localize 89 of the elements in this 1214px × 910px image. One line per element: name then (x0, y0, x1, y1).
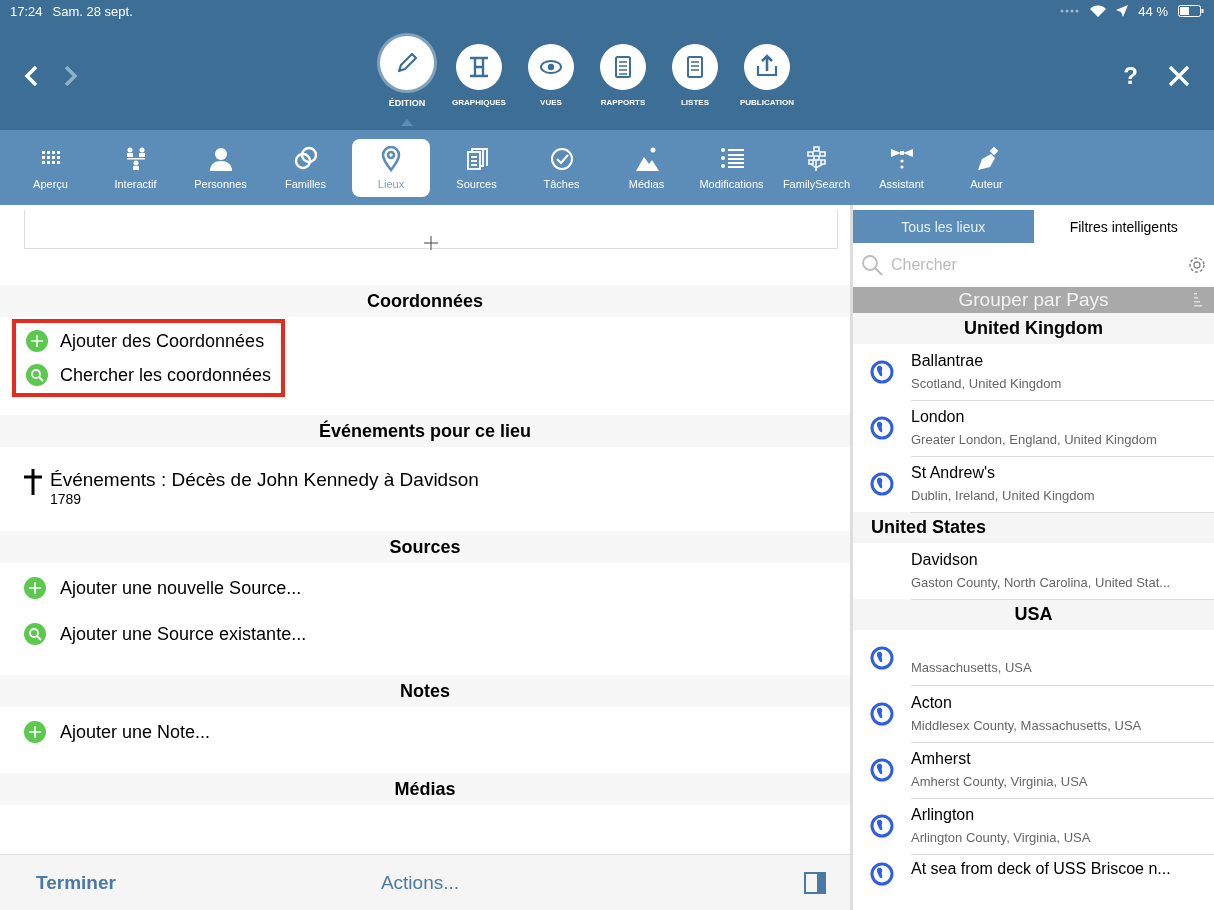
tab[interactable]: Personnes (178, 138, 263, 197)
place-location: Gaston County, North Carolina, United Stat... (911, 575, 1172, 590)
pages-icon (464, 145, 489, 172)
place-row[interactable]: Massachusetts, USA (853, 630, 1214, 686)
place-row[interactable]: St Andrew's Dublin, Ireland, United Kingdom (853, 456, 1214, 512)
check-icon (549, 145, 574, 172)
map-pin-icon (379, 145, 403, 172)
battery-percent: 44 % (1138, 3, 1168, 19)
add-icon (26, 330, 48, 352)
plus-icon[interactable] (424, 236, 438, 250)
group-header: USA (853, 599, 1214, 630)
mountain-icon (634, 145, 659, 172)
cross-icon (24, 469, 42, 495)
group-header: United Kingdom (853, 313, 1214, 344)
mode-button[interactable]: ÉDITION (374, 26, 440, 126)
place-location: Amherst County, Virginia, USA (911, 774, 1089, 789)
filter-tab[interactable]: Tous les lieux (853, 210, 1034, 243)
place-row[interactable]: Davidson Gaston County, North Carolina, United Stat... (853, 543, 1214, 599)
event-year: 1789 (50, 491, 83, 507)
section-header: Notes (0, 675, 850, 707)
done-button[interactable]: Terminer (36, 871, 116, 894)
tab[interactable]: Interactif (93, 138, 178, 197)
place-name: St Andrew's (911, 464, 996, 482)
place-row[interactable]: Amherst Amherst County, Virginia, USA (853, 742, 1214, 798)
add-icon (24, 577, 46, 599)
signal-icon (1060, 8, 1081, 14)
event-title[interactable]: Événements : Décès de John Kennedy à Davidson (50, 469, 479, 491)
action-row[interactable]: Ajouter une Note... (0, 709, 850, 755)
place-location: Scotland, United Kingdom (911, 376, 1063, 391)
battery-icon (1178, 5, 1204, 17)
mode-button[interactable]: RAPPORTS (590, 26, 656, 126)
mode-button[interactable]: LISTES (662, 26, 728, 126)
tab[interactable]: Sources (434, 138, 519, 197)
tab[interactable]: Lieux (352, 138, 430, 197)
tab[interactable]: Médias (604, 138, 689, 197)
location-arrow-icon (1116, 5, 1129, 17)
sidebar-toggle-icon[interactable] (804, 871, 826, 894)
wifi-icon (1090, 5, 1107, 17)
section-header: Sources (0, 531, 850, 563)
search-field[interactable]: Chercher (891, 256, 1180, 274)
action-row[interactable]: Ajouter des Coordonnées (26, 324, 272, 358)
status-time: 17:24 (10, 3, 43, 19)
settings-icon[interactable] (1188, 256, 1206, 274)
place-row[interactable]: Ballantrae Scotland, United Kingdom (853, 344, 1214, 400)
search-icon (861, 254, 883, 276)
section-header: Médias (0, 773, 850, 805)
tab[interactable]: Assistant (859, 138, 944, 197)
place-location: Dublin, Ireland, United Kingdom (911, 488, 1096, 503)
add-icon (24, 721, 46, 743)
tab[interactable]: FamilySearch (774, 138, 859, 197)
place-location: Arlington County, Virginia, USA (911, 830, 1092, 845)
place-name: London (911, 408, 966, 426)
mode-button[interactable]: PUBLICATION (734, 26, 800, 126)
place-location: Middlesex County, Massachusetts, USA (911, 718, 1143, 733)
place-row[interactable]: Arlington Arlington County, Virginia, USA (853, 798, 1214, 854)
group-header: United States (853, 512, 1214, 543)
status-date: Sam. 28 sept. (52, 3, 133, 19)
tab[interactable]: Familles (263, 138, 348, 197)
place-name: Amherst (911, 750, 972, 768)
place-row[interactable]: At sea from deck of USS Briscoe n... (853, 854, 1214, 910)
place-name: At sea from deck of USS Briscoe n... (911, 860, 1172, 878)
action-row[interactable]: Chercher les coordonnées (26, 358, 272, 392)
tab[interactable]: Tâches (519, 138, 604, 197)
tab[interactable]: Modifications (689, 138, 774, 197)
help-button[interactable]: ? (1123, 62, 1138, 90)
actions-button[interactable]: Actions... (380, 871, 460, 894)
close-icon[interactable] (1168, 65, 1190, 87)
search-icon (24, 623, 46, 645)
tab[interactable]: Aperçu (8, 138, 93, 197)
mode-button[interactable]: VUES (518, 26, 584, 126)
rings-icon (293, 145, 318, 172)
place-location: Greater London, England, United Kingdom (911, 432, 1158, 447)
branch-icon (804, 145, 829, 172)
place-row[interactable]: London Greater London, England, United Kingdom (853, 400, 1214, 456)
tab[interactable]: Auteur (944, 138, 1029, 197)
section-header: Événements pour ce lieu (0, 415, 850, 447)
action-row[interactable]: Ajouter une nouvelle Source... (0, 565, 850, 611)
person-icon (208, 145, 233, 172)
place-row[interactable]: Acton Middlesex County, Massachusetts, USA (853, 686, 1214, 742)
selection-caret-icon (401, 119, 413, 126)
section-header: Coordonnées (0, 285, 850, 317)
place-name: Arlington (911, 806, 976, 824)
action-row[interactable]: Ajouter une Source existante... (0, 611, 850, 657)
place-location: Massachusetts, USA (911, 660, 1033, 675)
place-name: Davidson (911, 551, 979, 569)
search-icon (26, 364, 48, 386)
mode-button[interactable]: GRAPHIQUES (446, 26, 512, 126)
place-name: Ballantrae (911, 352, 985, 370)
place-name: Acton (911, 694, 953, 712)
